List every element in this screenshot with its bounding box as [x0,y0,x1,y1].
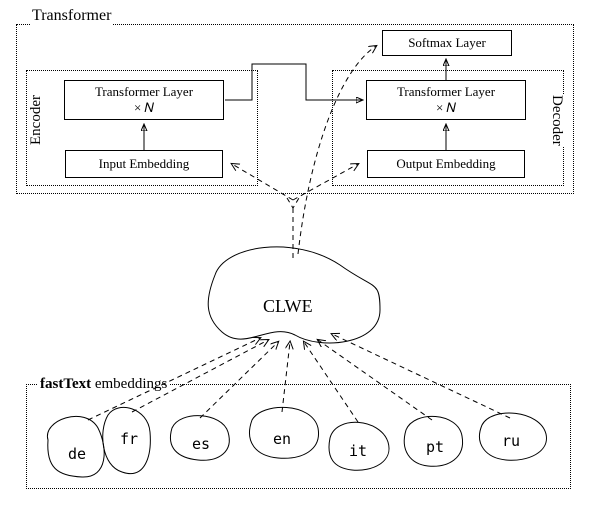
fasttext-box [26,384,571,489]
input-embedding-box: Input Embedding [65,150,223,178]
softmax-box: Softmax Layer [382,30,512,56]
decoder-layer-label: Transformer Layer × 𝑁 [397,84,495,115]
lang-es: es [192,435,210,453]
lang-fr: fr [120,430,138,448]
softmax-label: Softmax Layer [408,35,486,51]
clwe-blob [208,247,380,343]
input-embedding-label: Input Embedding [99,156,190,172]
lang-pt: pt [426,438,444,456]
encoder-layer-box: Transformer Layer × 𝑁 [64,80,224,120]
lang-de: de [68,445,86,463]
fasttext-title: fastText embeddings [38,376,169,393]
decoder-label: Decoder [548,95,565,146]
output-embedding-label: Output Embedding [396,156,495,172]
lang-en: en [273,430,291,448]
encoder-label: Encoder [28,95,45,145]
output-embedding-box: Output Embedding [367,150,525,178]
encoder-layer-label: Transformer Layer × 𝑁 [95,84,193,115]
transformer-title: Transformer [30,7,113,25]
clwe-label: CLWE [263,296,313,317]
decoder-layer-box: Transformer Layer × 𝑁 [366,80,526,120]
lang-ru: ru [502,432,520,450]
lang-it: it [349,442,367,460]
